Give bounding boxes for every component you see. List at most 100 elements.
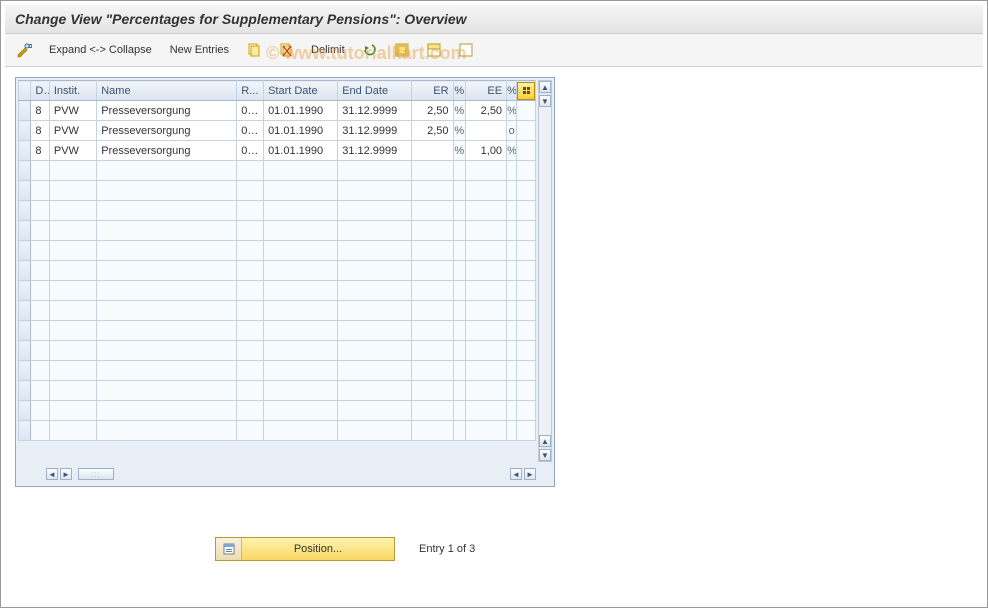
cell-empty[interactable] — [97, 321, 237, 341]
cell-empty[interactable] — [517, 381, 536, 401]
table-row-empty[interactable] — [19, 301, 536, 321]
cell-empty[interactable] — [31, 321, 50, 341]
scroll-up2-icon[interactable]: ▲ — [539, 435, 551, 447]
row-selector[interactable] — [19, 161, 31, 181]
cell-empty[interactable] — [31, 261, 50, 281]
cell-empty[interactable] — [264, 321, 338, 341]
cell-empty[interactable] — [465, 221, 506, 241]
cell-empty[interactable] — [338, 181, 412, 201]
cell-empty[interactable] — [97, 261, 237, 281]
cell-empty[interactable] — [465, 381, 506, 401]
cell-di[interactable]: 8 — [31, 121, 50, 141]
scroll-left-icon[interactable]: ◄ — [46, 468, 58, 480]
cell-empty[interactable] — [49, 281, 96, 301]
cell-empty[interactable] — [412, 281, 453, 301]
row-selector[interactable] — [19, 321, 31, 341]
table-row-empty[interactable] — [19, 381, 536, 401]
scroll-track[interactable] — [539, 107, 551, 435]
cell-empty[interactable] — [264, 401, 338, 421]
table-row-empty[interactable] — [19, 221, 536, 241]
table-row-empty[interactable] — [19, 281, 536, 301]
cell-empty[interactable] — [453, 181, 465, 201]
cell-di[interactable]: 8 — [31, 101, 50, 121]
cell-empty[interactable] — [412, 181, 453, 201]
cell-empty[interactable] — [507, 181, 517, 201]
col-ee[interactable]: EE — [465, 81, 506, 101]
cell-empty[interactable] — [453, 161, 465, 181]
cell-name[interactable]: Presseversorgung — [97, 141, 237, 161]
cell-empty[interactable] — [338, 201, 412, 221]
table-row-empty[interactable] — [19, 401, 536, 421]
cell-empty[interactable] — [264, 161, 338, 181]
cell-instit[interactable]: PVW — [49, 121, 96, 141]
cell-empty[interactable] — [264, 301, 338, 321]
cell-empty[interactable] — [237, 161, 264, 181]
cell-empty[interactable] — [237, 401, 264, 421]
table-row-empty[interactable] — [19, 181, 536, 201]
cell-empty[interactable] — [49, 321, 96, 341]
col-start[interactable]: Start Date — [264, 81, 338, 101]
cell-empty[interactable] — [412, 381, 453, 401]
cell-empty[interactable] — [412, 321, 453, 341]
cell-empty[interactable] — [465, 181, 506, 201]
col-pct2[interactable]: % — [507, 81, 517, 101]
cell-empty[interactable] — [338, 301, 412, 321]
cell-empty[interactable] — [507, 381, 517, 401]
cell-empty[interactable] — [31, 201, 50, 221]
cell-empty[interactable] — [338, 161, 412, 181]
cell-empty[interactable] — [264, 381, 338, 401]
cell-empty[interactable] — [507, 241, 517, 261]
row-selector[interactable] — [19, 261, 31, 281]
cell-empty[interactable] — [97, 181, 237, 201]
cell-empty[interactable] — [412, 401, 453, 421]
cell-name[interactable]: Presseversorgung — [97, 101, 237, 121]
table-row-empty[interactable] — [19, 161, 536, 181]
cell-empty[interactable] — [465, 321, 506, 341]
cell-end[interactable]: 31.12.9999 — [338, 101, 412, 121]
cell-empty[interactable] — [338, 221, 412, 241]
col-end[interactable]: End Date — [338, 81, 412, 101]
cell-empty[interactable] — [453, 221, 465, 241]
row-selector[interactable] — [19, 381, 31, 401]
cell-empty[interactable] — [264, 361, 338, 381]
table-row-empty[interactable] — [19, 421, 536, 441]
cell-empty[interactable] — [97, 281, 237, 301]
cell-empty[interactable] — [507, 161, 517, 181]
cell-empty[interactable] — [465, 241, 506, 261]
cell-empty[interactable] — [49, 161, 96, 181]
cell-empty[interactable] — [237, 341, 264, 361]
cell-start[interactable]: 01.01.1990 — [264, 141, 338, 161]
cell-instit[interactable]: PVW — [49, 101, 96, 121]
col-pct1[interactable]: % — [453, 81, 465, 101]
column-config-button[interactable] — [517, 81, 536, 101]
cell-empty[interactable] — [49, 201, 96, 221]
table-row-empty[interactable] — [19, 341, 536, 361]
cell-empty[interactable] — [49, 181, 96, 201]
row-selector[interactable] — [19, 401, 31, 421]
cell-empty[interactable] — [465, 261, 506, 281]
cell-empty[interactable] — [31, 281, 50, 301]
col-r[interactable]: R... — [237, 81, 264, 101]
cell-r[interactable]: 001 — [237, 101, 264, 121]
cell-er[interactable]: 2,50 — [412, 101, 453, 121]
scroll-right2-icon[interactable]: ► — [524, 468, 536, 480]
row-selector[interactable] — [19, 101, 31, 121]
cell-empty[interactable] — [507, 261, 517, 281]
cell-empty[interactable] — [49, 341, 96, 361]
cell-empty[interactable] — [507, 201, 517, 221]
row-selector[interactable] — [19, 121, 31, 141]
cell-empty[interactable] — [412, 361, 453, 381]
new-entries-button[interactable]: New Entries — [164, 44, 235, 56]
cell-empty[interactable] — [465, 281, 506, 301]
cell-empty[interactable] — [264, 421, 338, 441]
cell-empty[interactable] — [465, 161, 506, 181]
row-selector[interactable] — [19, 281, 31, 301]
cell-empty[interactable] — [517, 161, 536, 181]
row-selector[interactable] — [19, 361, 31, 381]
cell-di[interactable]: 8 — [31, 141, 50, 161]
col-instit[interactable]: Instit. — [49, 81, 96, 101]
cell-empty[interactable] — [97, 301, 237, 321]
undo-icon[interactable] — [357, 40, 383, 60]
cell-empty[interactable] — [264, 181, 338, 201]
cell-ee[interactable] — [465, 121, 506, 141]
